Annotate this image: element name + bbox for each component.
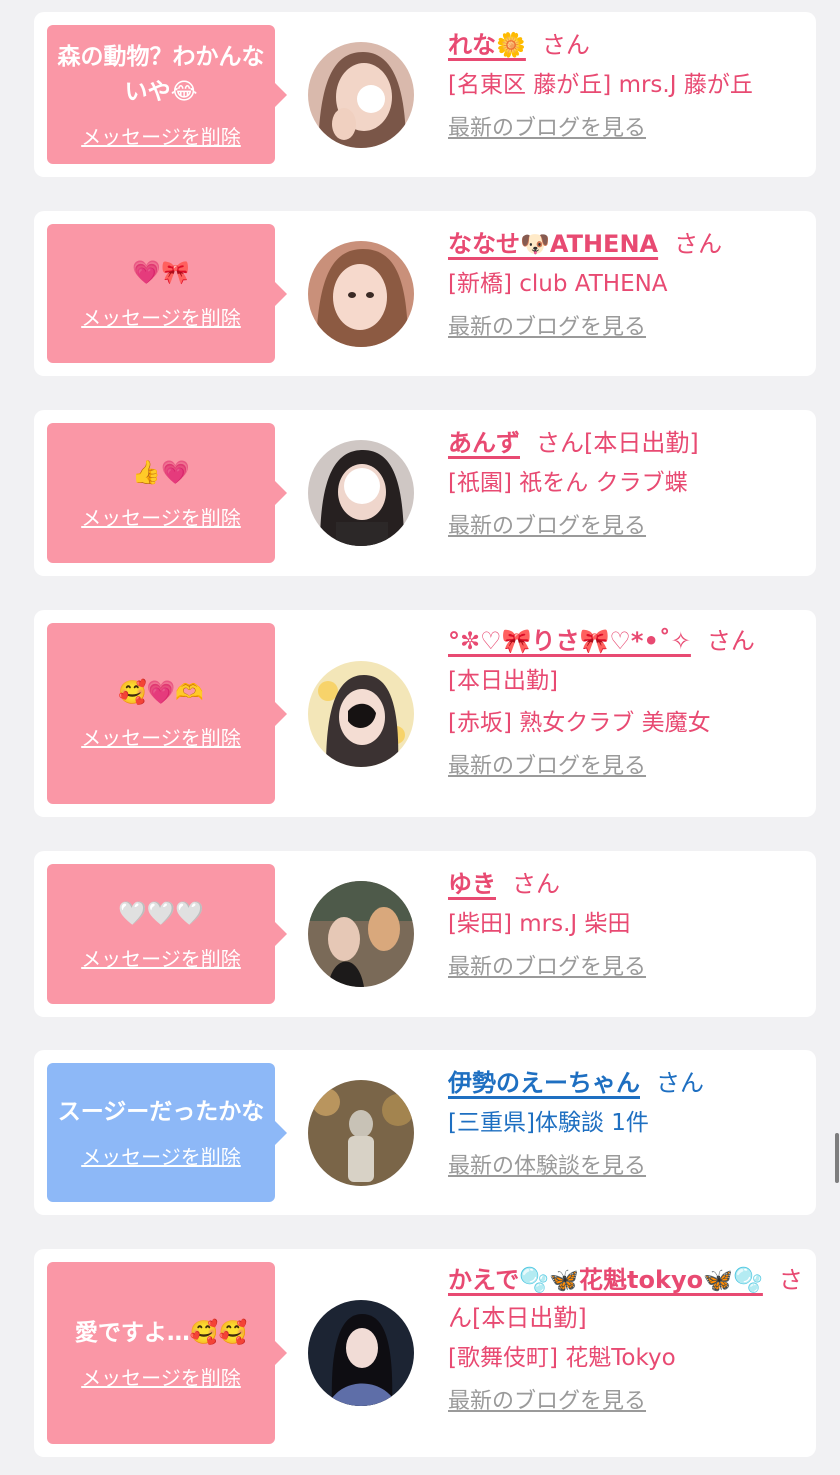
profile-info: れな🌼 さん [名東区 藤が丘] mrs.J 藤が丘 最新のブログを見る [448,26,808,146]
profile-info: ななせ🐶ATHENA さん [新橋] club ATHENA 最新のブログを見る [448,225,808,345]
message-card: 愛ですよ…🥰🥰 メッセージを削除 かえで🫧🦋花魁tokyo🦋🫧 さん[本日出勤] … [34,1249,816,1457]
scrollbar[interactable] [835,1133,839,1183]
latest-blog-link[interactable]: 最新のブログを見る [448,750,646,784]
message-card: 森の動物？わかんないや😂 メッセージを削除 れな🌼 さん [名東区 藤が丘] mr… [34,12,816,177]
name-line: あんず さん[本日出勤] [448,424,808,462]
message-text: 愛ですよ…🥰🥰 [74,1319,248,1346]
avatar[interactable] [308,1080,414,1186]
avatar-photo-icon [308,241,414,347]
profile-name-link[interactable]: °✼♡🎀りさ🎀♡*•˚✧ [448,627,691,655]
avatar-photo-icon [308,1300,414,1406]
profile-info: ゆき さん [柴田] mrs.J 柴田 最新のブログを見る [448,865,808,985]
avatar[interactable] [308,241,414,347]
profile-name-link[interactable]: かえで🫧🦋花魁tokyo🦋🫧 [448,1266,763,1294]
honorific: さん [541,31,590,59]
name-line: °✼♡🎀りさ🎀♡*•˚✧ さん [448,622,808,660]
message-text: 👍💗 [132,459,190,486]
avatar[interactable] [308,661,414,767]
avatar[interactable] [308,1300,414,1406]
shop-line: [赤坂] 熟女クラブ 美魔女 [448,710,711,736]
message-bubble: 👍💗 メッセージを削除 [47,423,287,563]
profile-name-link[interactable]: れな🌼 [448,31,526,59]
name-line: 伊勢のえーちゃん さん [448,1064,808,1102]
latest-blog-link[interactable]: 最新のブログを見る [448,311,646,345]
name-line: かえで🫧🦋花魁tokyo🦋🫧 さん[本日出勤] [448,1261,808,1337]
message-card: 👍💗 メッセージを削除 あんず さん[本日出勤] [祇園] 祇をん クラブ蝶 最新… [34,410,816,576]
message-bubble: 🤍🤍🤍 メッセージを削除 [47,864,287,1004]
shop-line: [柴田] mrs.J 柴田 [448,911,631,937]
message-bubble: スージーだったかな メッセージを削除 [47,1063,287,1202]
shop-line: [祇園] 祇をん クラブ蝶 [448,470,688,496]
delete-message-link[interactable]: メッセージを削除 [81,305,241,331]
name-line: ななせ🐶ATHENA さん [448,225,808,263]
message-bubble: 🥰💗🫶 メッセージを削除 [47,623,287,804]
message-list: 森の動物？わかんないや😂 メッセージを削除 れな🌼 さん [名東区 藤が丘] mr… [0,0,840,1475]
avatar[interactable] [308,881,414,987]
shop-line: [新橋] club ATHENA [448,271,668,297]
shop-line: [三重県]体験談 1件 [448,1110,649,1136]
delete-message-link[interactable]: メッセージを削除 [81,1365,241,1391]
avatar-photo-icon [308,661,414,767]
message-text: 森の動物？わかんないや😂 [57,43,265,105]
message-card: 🥰💗🫶 メッセージを削除 °✼♡🎀りさ🎀♡*•˚✧ さん [本日出勤] [赤坂] … [34,610,816,817]
avatar-photo-icon [308,440,414,546]
honorific: さん [656,1069,704,1097]
name-line: ゆき さん [448,865,808,903]
honorific: さん [706,627,755,655]
name-line: れな🌼 さん [448,26,808,64]
message-text: 🤍🤍🤍 [118,900,204,927]
profile-name-link[interactable]: ななせ🐶ATHENA [448,230,658,258]
avatar[interactable] [308,42,414,148]
profile-info: °✼♡🎀りさ🎀♡*•˚✧ さん [本日出勤] [赤坂] 熟女クラブ 美魔女 最新の… [448,622,808,784]
message-text: スージーだったかな [57,1099,265,1125]
profile-name-link[interactable]: ゆき [448,870,496,898]
latest-review-link[interactable]: 最新の体験談を見る [448,1150,646,1184]
work-status: [本日出勤] [472,1304,587,1332]
delete-message-link[interactable]: メッセージを削除 [81,1144,241,1170]
profile-info: 伊勢のえーちゃん さん [三重県]体験談 1件 最新の体験談を見る [448,1064,808,1184]
shop-line: [歌舞伎町] 花魁Tokyo [448,1345,676,1371]
delete-message-link[interactable]: メッセージを削除 [81,505,241,531]
work-status: [本日出勤] [448,668,558,694]
honorific: さん [674,230,723,258]
message-text: 🥰💗🫶 [118,680,204,706]
avatar-photo-icon [308,881,414,987]
message-bubble: 森の動物？わかんないや😂 メッセージを削除 [47,25,287,164]
avatar[interactable] [308,440,414,546]
profile-name-link[interactable]: あんず [448,429,520,457]
profile-info: あんず さん[本日出勤] [祇園] 祇をん クラブ蝶 最新のブログを見る [448,424,808,544]
avatar-photo-icon [308,42,414,148]
honorific: さん [512,870,560,898]
message-card: スージーだったかな メッセージを削除 伊勢のえーちゃん さん [三重県]体験談 1… [34,1050,816,1215]
message-card: 🤍🤍🤍 メッセージを削除 ゆき さん [柴田] mrs.J 柴田 最新のブログを見… [34,851,816,1017]
shop-line: [名東区 藤が丘] mrs.J 藤が丘 [448,72,753,98]
latest-blog-link[interactable]: 最新のブログを見る [448,510,646,544]
message-bubble: 愛ですよ…🥰🥰 メッセージを削除 [47,1262,287,1444]
message-text: 💗🎀 [132,260,190,286]
honorific: さん [536,429,584,457]
work-status: [本日出勤] [584,429,699,457]
latest-blog-link[interactable]: 最新のブログを見る [448,951,646,985]
profile-name-link[interactable]: 伊勢のえーちゃん [448,1069,640,1097]
delete-message-link[interactable]: メッセージを削除 [81,124,241,150]
delete-message-link[interactable]: メッセージを削除 [81,946,241,972]
latest-blog-link[interactable]: 最新のブログを見る [448,112,646,146]
delete-message-link[interactable]: メッセージを削除 [81,725,241,751]
profile-info: かえで🫧🦋花魁tokyo🦋🫧 さん[本日出勤] [歌舞伎町] 花魁Tokyo 最新… [448,1261,808,1419]
avatar-photo-icon [308,1080,414,1186]
message-card: 💗🎀 メッセージを削除 ななせ🐶ATHENA さん [新橋] club ATHEN… [34,211,816,376]
latest-blog-link[interactable]: 最新のブログを見る [448,1385,646,1419]
message-bubble: 💗🎀 メッセージを削除 [47,224,287,363]
